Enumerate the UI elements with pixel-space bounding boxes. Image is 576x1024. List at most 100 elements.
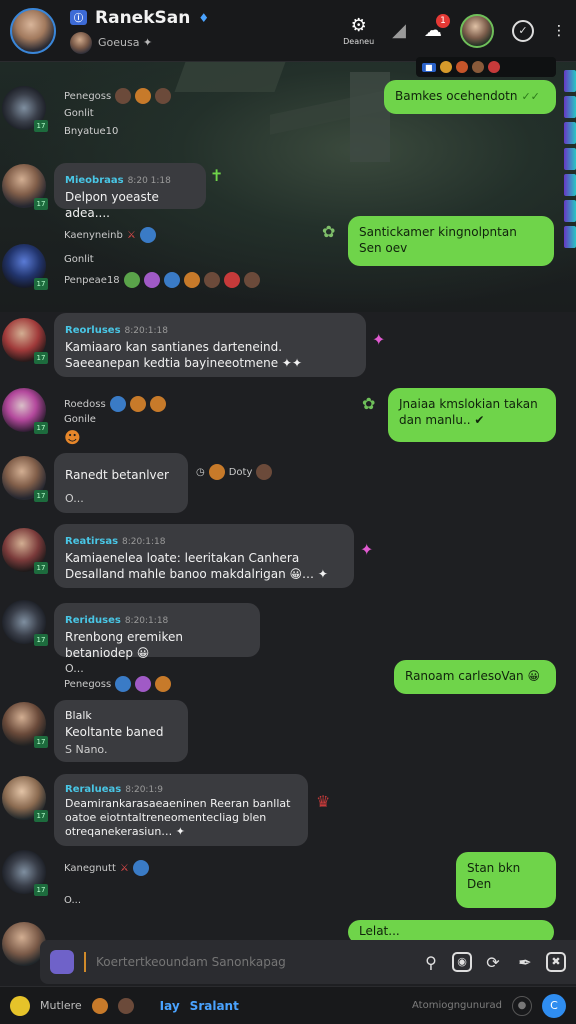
bottom-right-group: Atomiogngunurad ● C — [412, 993, 566, 1018]
message-input[interactable] — [96, 955, 410, 969]
profile-avatar[interactable] — [10, 7, 56, 54]
message-text: Santickamer kingnolpntan Sen oev — [359, 225, 517, 255]
reaction-icon[interactable] — [155, 676, 172, 692]
mute-button[interactable]: ◢ — [392, 20, 406, 41]
smile-icon: ☻ — [64, 428, 81, 447]
chat-title[interactable]: RanekSan — [95, 8, 190, 28]
reaction-icon[interactable] — [132, 860, 149, 876]
reaction-icon[interactable] — [115, 88, 132, 104]
reaction-icon[interactable] — [109, 396, 126, 412]
sender-avatar[interactable]: 17 — [2, 776, 48, 822]
sender-avatar[interactable]: 17 — [2, 86, 48, 132]
message-bubble[interactable]: Blalk Keoltante baned S Nano. — [54, 700, 188, 762]
message-text: Rrenbong eremiken betaniodep 😀 — [65, 630, 183, 660]
message-bubble[interactable]: Reorluses 8:20:1:18 Kamiaaro kan santiane… — [54, 313, 366, 377]
sender-avatar[interactable]: 17 — [2, 164, 48, 210]
message-meta: Penegoss — [64, 88, 172, 104]
status-hint: Atomiogngunurad — [412, 1000, 502, 1011]
message-composer: ⚲ ◉ ⟳ ✒ ✖ — [40, 940, 576, 984]
more-menu-icon[interactable]: ⋮ — [552, 23, 566, 39]
reaction-icon[interactable] — [208, 464, 225, 480]
message-bubble[interactable]: Reralueas 8:20:1:9 Deamirankarasaeaeninen… — [54, 774, 308, 846]
sticker-thumb — [564, 174, 576, 196]
reaction-icon[interactable] — [243, 272, 260, 288]
gift-icon[interactable]: ✖ — [546, 952, 566, 972]
sender-avatar[interactable]: 17 — [2, 318, 48, 364]
info-icon[interactable]: ✓ — [512, 19, 534, 42]
message-bubble[interactable]: Reatirsas 8:20:1:18 Kamiaenelea loate: le… — [54, 524, 354, 588]
reaction-icon[interactable] — [115, 676, 132, 692]
sender-name: Mieobraas — [65, 175, 124, 186]
header-actions: ⚙ Deaneu ◢ ☁ 1 ✓ ⋮ — [343, 13, 566, 48]
sender-avatar[interactable]: 17 — [2, 702, 48, 748]
voice-icon[interactable]: ● — [512, 995, 532, 1016]
user-avatar[interactable] — [460, 13, 494, 48]
message-text: Jnaiaa kmslokian takan dan manlu.. ✔ — [399, 397, 538, 427]
check-icon: ✓✓ — [521, 90, 540, 103]
sender-name: Roedoss — [64, 398, 106, 410]
reaction-icon[interactable] — [155, 88, 172, 104]
outgoing-message[interactable]: Stan bkn Den — [456, 852, 556, 908]
message-text: Keoltante baned — [65, 725, 164, 739]
reaction-icon[interactable] — [223, 272, 240, 288]
message-bubble[interactable]: Reriduses 8:20:1:18 Rrenbong eremiken bet… — [54, 603, 260, 675]
reaction-icon[interactable] — [143, 272, 160, 288]
message-text: Delpon yoeaste adea.... — [65, 190, 159, 220]
outgoing-message[interactable]: Bamkes ocehendotn ✓✓ — [384, 80, 556, 114]
reaction-icon[interactable] — [203, 272, 220, 288]
reaction-icon[interactable] — [123, 272, 140, 288]
outgoing-message[interactable]: Santickamer kingnolpntan Sen oev — [348, 216, 554, 266]
clover-icon: ✿ — [322, 222, 336, 241]
sender-avatar[interactable]: 17 — [2, 388, 48, 434]
send-button[interactable]: C — [542, 993, 566, 1018]
message-side-meta: ◷ Doty — [196, 464, 273, 480]
reaction-icon[interactable] — [91, 997, 108, 1014]
cross-icon: ✝ — [210, 166, 224, 185]
sender-avatar[interactable]: 17 — [2, 600, 48, 646]
reaction-icon[interactable] — [135, 88, 152, 104]
sender-avatar[interactable]: 17 — [2, 244, 48, 290]
sticker-thumb — [564, 226, 576, 248]
sender-avatar[interactable]: 17 — [2, 456, 48, 502]
reaction-icon[interactable] — [256, 464, 273, 480]
top-reaction-bar[interactable]: ■ — [416, 57, 556, 77]
reaction-icon[interactable] — [129, 396, 146, 412]
refresh-icon[interactable]: ⟳ — [482, 953, 504, 972]
notifications-button[interactable]: ☁ 1 — [424, 14, 450, 41]
message-text: Gonlit — [64, 108, 94, 119]
emoji-icon[interactable] — [10, 995, 30, 1016]
tab-2[interactable]: Sralant — [190, 999, 239, 1013]
outgoing-message[interactable]: Jnaiaa kmslokian takan dan manlu.. ✔ — [388, 388, 556, 442]
verified-icon: ♦ — [198, 10, 210, 25]
message-bubble[interactable]: Mieobraas 8:20 1:18 Delpon yoeaste adea..… — [54, 163, 206, 220]
tab-1[interactable]: Iay — [160, 999, 180, 1013]
message-text: Kamiaenelea loate: leeritakan Canhera De… — [65, 551, 328, 581]
message-text: Kamiaaro kan santianes darteneind. Saeea… — [65, 340, 303, 370]
reaction-icon[interactable] — [139, 227, 156, 243]
sender-name: Penegoss — [64, 90, 112, 102]
sticker-button[interactable] — [50, 950, 74, 974]
outgoing-message[interactable]: Ranoam carlesoVan 😀 — [394, 660, 556, 694]
reaction-icon[interactable] — [135, 676, 152, 692]
sender-avatar[interactable]: 17 — [2, 528, 48, 574]
message-time: 8:20 1:18 — [127, 176, 171, 186]
reaction-icon[interactable] — [149, 396, 166, 412]
reaction-icon[interactable] — [163, 272, 180, 288]
bottom-bar: Mutlere Iay Sralant Atomiogngunurad ● C — [0, 986, 576, 1024]
sword-icon: ⚔ — [119, 862, 129, 874]
message-meta: Penegoss — [64, 676, 172, 692]
reaction-icon[interactable] — [117, 997, 134, 1014]
attach-icon[interactable]: ✒ — [514, 953, 536, 972]
pin-icon[interactable]: ⚲ — [420, 953, 442, 972]
reaction-icon — [487, 61, 500, 73]
camera-icon[interactable]: ◉ — [452, 952, 472, 972]
sender-avatar[interactable]: 17 — [2, 850, 48, 896]
message-bubble[interactable]: Ranedt betanlver O... — [54, 453, 188, 513]
settings-button[interactable]: ⚙ Deaneu — [343, 15, 374, 46]
message-subtext: S Nano. — [65, 743, 108, 756]
header-texts: ⓘ RanekSan ♦ Goeusa ✦ — [70, 8, 343, 54]
message-time: 8:20:1:18 — [122, 537, 166, 547]
side-sticker-strip[interactable] — [564, 70, 576, 310]
message-text: Ranedt betanlver — [65, 468, 169, 482]
reaction-icon[interactable] — [183, 272, 200, 288]
